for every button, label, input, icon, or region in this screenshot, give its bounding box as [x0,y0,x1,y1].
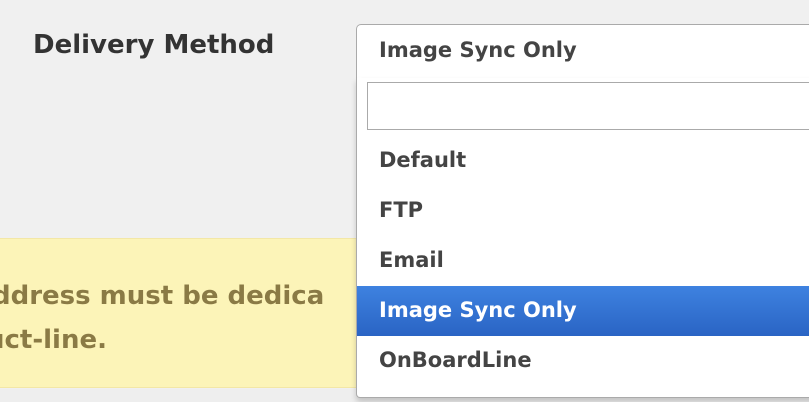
notice-line-2: uct-line. [0,325,107,355]
select-search-input[interactable] [367,82,809,130]
select-options-list: Default FTP Email Image Sync Only OnBoar… [357,136,809,386]
option-image-sync-only[interactable]: Image Sync Only [357,286,809,336]
option-default[interactable]: Default [357,136,809,186]
select-dropdown: Default FTP Email Image Sync Only OnBoar… [356,78,809,398]
select-current-value[interactable]: Image Sync Only [356,24,809,78]
option-email[interactable]: Email [357,236,809,286]
notice-line-1: ddress must be dedica [0,281,325,311]
delivery-method-select[interactable]: Image Sync Only Default FTP Email Image … [356,24,809,398]
option-ftp[interactable]: FTP [357,186,809,236]
option-onboardline[interactable]: OnBoardLine [357,336,809,386]
delivery-method-label: Delivery Method [33,30,275,60]
notice-text: ddress must be dedica uct-line. [0,274,324,362]
